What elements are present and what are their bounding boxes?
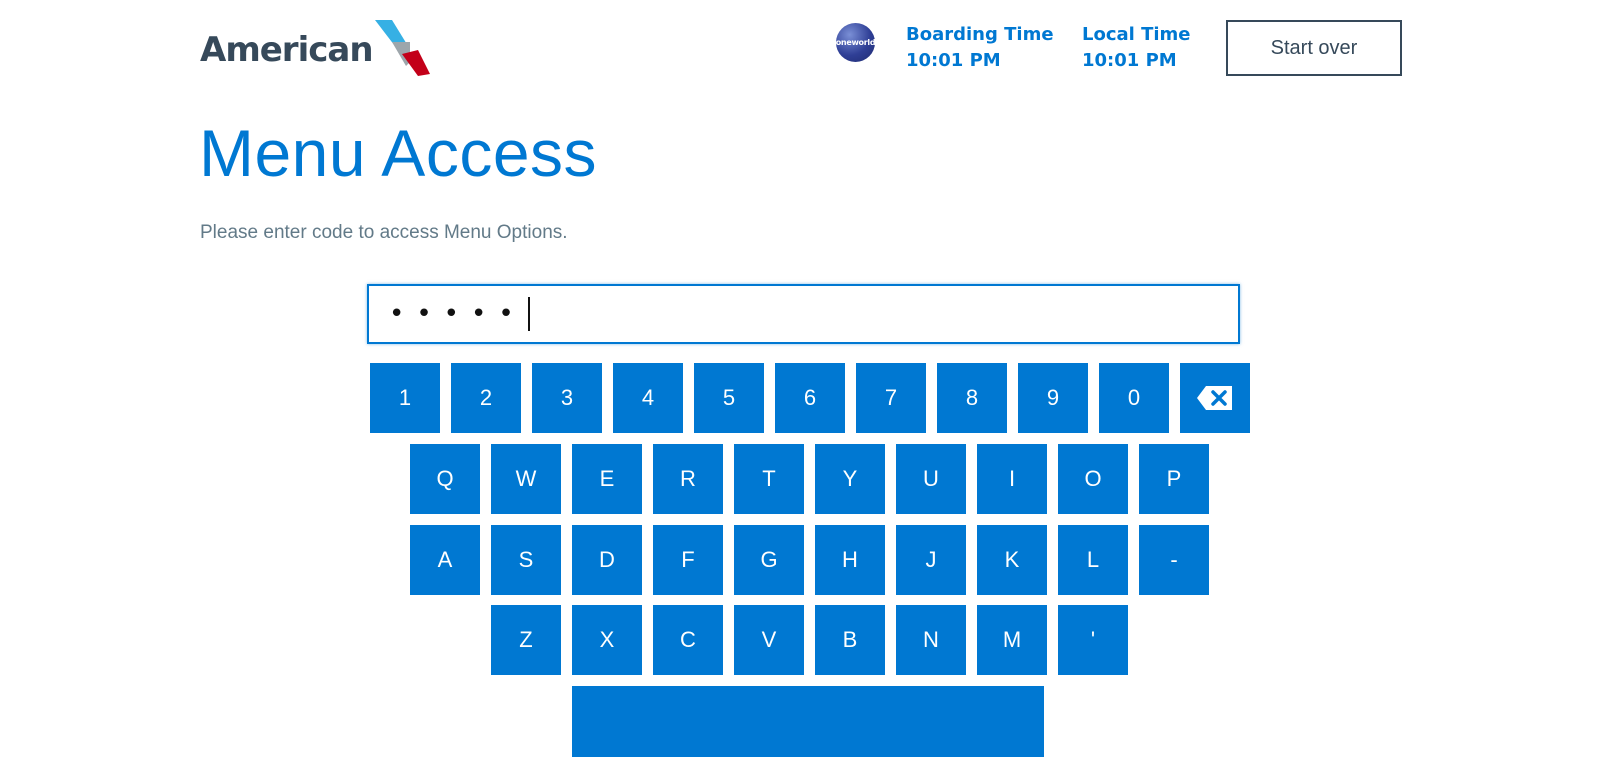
- key-x[interactable]: X: [572, 605, 642, 675]
- oneworld-badge-icon: oneworld: [836, 23, 876, 62]
- key-3[interactable]: 3: [532, 363, 602, 433]
- key-m[interactable]: M: [977, 605, 1047, 675]
- masked-code: •••••: [389, 299, 526, 329]
- key-j[interactable]: J: [896, 525, 966, 595]
- brand-name: American: [200, 30, 374, 70]
- american-airlines-logo: American: [200, 20, 440, 80]
- key-a[interactable]: A: [410, 525, 480, 595]
- key-l[interactable]: L: [1058, 525, 1128, 595]
- key-h[interactable]: H: [815, 525, 885, 595]
- key-b[interactable]: B: [815, 605, 885, 675]
- local-time-value: 10:01 PM: [1082, 50, 1177, 71]
- boarding-time: Boarding Time 10:01 PM: [906, 22, 1054, 74]
- key-2[interactable]: 2: [451, 363, 521, 433]
- backspace-icon: [1197, 386, 1232, 410]
- instruction-text: Please enter code to access Menu Options…: [200, 222, 568, 243]
- key-5[interactable]: 5: [694, 363, 764, 433]
- key-q[interactable]: Q: [410, 444, 480, 514]
- key-e[interactable]: E: [572, 444, 642, 514]
- key-f[interactable]: F: [653, 525, 723, 595]
- key-n[interactable]: N: [896, 605, 966, 675]
- key-9[interactable]: 9: [1018, 363, 1088, 433]
- key-k[interactable]: K: [977, 525, 1047, 595]
- key-g[interactable]: G: [734, 525, 804, 595]
- code-input[interactable]: •••••: [367, 284, 1240, 344]
- key-apostrophe[interactable]: ': [1058, 605, 1128, 675]
- key-8[interactable]: 8: [937, 363, 1007, 433]
- key-d[interactable]: D: [572, 525, 642, 595]
- text-caret: [527, 297, 530, 331]
- space-key[interactable]: [572, 686, 1044, 757]
- key-z[interactable]: Z: [491, 605, 561, 675]
- boarding-time-value: 10:01 PM: [906, 50, 1001, 71]
- key-p[interactable]: P: [1139, 444, 1209, 514]
- local-time: Local Time 10:01 PM: [1082, 22, 1191, 74]
- key-r[interactable]: R: [653, 444, 723, 514]
- local-time-label: Local Time: [1082, 24, 1191, 45]
- key-0[interactable]: 0: [1099, 363, 1169, 433]
- start-over-button[interactable]: Start over: [1226, 20, 1402, 76]
- key-1[interactable]: 1: [370, 363, 440, 433]
- flight-symbol-icon: [375, 20, 430, 76]
- key-o[interactable]: O: [1058, 444, 1128, 514]
- boarding-time-label: Boarding Time: [906, 24, 1054, 45]
- key-4[interactable]: 4: [613, 363, 683, 433]
- key-i[interactable]: I: [977, 444, 1047, 514]
- key-s[interactable]: S: [491, 525, 561, 595]
- page-title: Menu Access: [199, 116, 598, 190]
- key-t[interactable]: T: [734, 444, 804, 514]
- key-v[interactable]: V: [734, 605, 804, 675]
- key-u[interactable]: U: [896, 444, 966, 514]
- key-7[interactable]: 7: [856, 363, 926, 433]
- key-hyphen[interactable]: -: [1139, 525, 1209, 595]
- key-y[interactable]: Y: [815, 444, 885, 514]
- key-w[interactable]: W: [491, 444, 561, 514]
- backspace-key[interactable]: [1180, 363, 1250, 433]
- key-6[interactable]: 6: [775, 363, 845, 433]
- key-c[interactable]: C: [653, 605, 723, 675]
